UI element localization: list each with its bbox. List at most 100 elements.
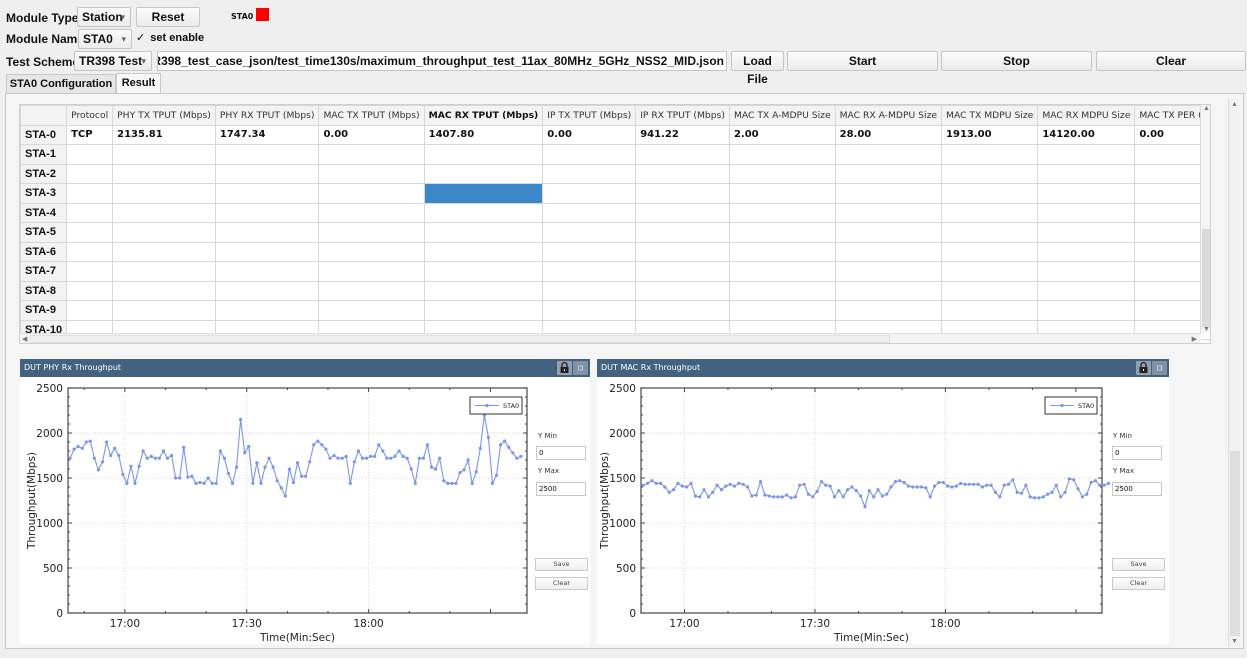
scroll-down-icon[interactable]: ▼ [1203,326,1210,333]
clear-button[interactable]: Clear [1096,51,1246,71]
row-header[interactable]: STA-4 [20,202,68,223]
module-type-select[interactable]: Station ▾ [77,7,131,27]
set-enable-checkbox[interactable]: ✓ set enable [136,31,204,44]
table-cell[interactable]: TCP [66,124,114,145]
table-cell[interactable] [728,144,836,165]
table-cell[interactable] [112,280,216,301]
table-vertical-scrollbar[interactable]: ▲ ▼ [1200,105,1210,333]
maximize-button[interactable] [1152,361,1167,375]
row-header[interactable]: STA-8 [20,280,68,301]
y-max-input[interactable]: 2500 [536,482,586,496]
table-cell[interactable] [66,222,114,243]
column-header[interactable]: PHY TX TPUT (Mbps) [112,105,216,126]
table-cell[interactable]: 941.22 [635,124,730,145]
table-cell[interactable] [728,163,836,184]
table-cell[interactable] [1037,183,1136,204]
table-cell[interactable] [635,300,730,321]
row-header[interactable]: STA-1 [20,144,68,165]
table-cell[interactable] [214,241,320,262]
table-cell[interactable] [542,280,637,301]
scroll-right-icon[interactable]: ▶ [1192,335,1197,343]
table-cell[interactable] [1037,222,1136,243]
table-cell[interactable] [112,222,216,243]
table-cell[interactable] [635,183,730,204]
table-cell[interactable] [941,183,1039,204]
table-cell[interactable] [112,300,216,321]
table-cell[interactable] [542,202,637,223]
table-cell[interactable] [1037,163,1136,184]
table-cell[interactable] [1037,144,1136,165]
scrollbar-thumb[interactable] [1230,451,1240,636]
table-horizontal-scrollbar[interactable]: ◀ ▶ [20,333,1201,343]
scroll-left-icon[interactable]: ◀ [22,335,27,343]
column-header[interactable]: MAC RX TPUT (Mbps) [423,105,544,126]
table-cell[interactable] [66,183,114,204]
table-cell[interactable] [542,163,637,184]
table-cell[interactable] [635,144,730,165]
table-cell[interactable] [112,202,216,223]
row-header[interactable]: STA-2 [20,163,68,184]
load-file-button[interactable]: Load File [731,51,784,86]
table-cell[interactable] [423,183,544,204]
table-cell[interactable] [1037,202,1136,223]
table-cell[interactable] [635,163,730,184]
start-button[interactable]: Start [787,51,938,71]
table-cell[interactable] [112,163,216,184]
table-cell[interactable] [66,163,114,184]
table-cell[interactable] [423,280,544,301]
module-name-select[interactable]: STA0 ▾ [78,29,132,49]
row-header[interactable]: STA-9 [20,300,68,321]
stop-button[interactable]: Stop [941,51,1092,71]
table-cell[interactable] [941,280,1039,301]
column-header[interactable]: MAC RX MDPU Size [1037,105,1136,126]
table-cell[interactable] [941,241,1039,262]
table-cell[interactable] [66,144,114,165]
row-header[interactable]: STA-0 [20,124,68,145]
table-cell[interactable] [214,280,320,301]
table-cell[interactable] [834,183,943,204]
table-cell[interactable] [423,202,544,223]
table-cell[interactable] [542,241,637,262]
table-cell[interactable] [834,222,943,243]
table-cell[interactable]: 1747.34 [214,124,320,145]
table-cell[interactable] [214,300,320,321]
scrollbar-thumb[interactable] [30,335,890,343]
table-cell[interactable] [66,300,114,321]
table-cell[interactable] [318,280,425,301]
table-cell[interactable]: 28.00 [834,124,943,145]
clear-chart-button[interactable]: Clear [1112,577,1165,590]
tab-result[interactable]: Result [116,73,161,94]
table-cell[interactable] [635,261,730,282]
table-cell[interactable] [112,261,216,282]
table-cell[interactable] [423,144,544,165]
table-cell[interactable] [635,241,730,262]
table-cell[interactable]: 1407.80 [423,124,544,145]
table-cell[interactable] [318,261,425,282]
table-cell[interactable] [214,183,320,204]
row-header[interactable]: STA-3 [20,183,68,204]
table-cell[interactable] [542,300,637,321]
table-cell[interactable] [635,222,730,243]
table-cell[interactable] [941,163,1039,184]
save-button[interactable]: Save [535,558,588,571]
table-cell[interactable] [542,222,637,243]
table-cell[interactable] [728,241,836,262]
table-cell[interactable]: 1913.00 [941,124,1039,145]
scroll-down-icon[interactable]: ▼ [1231,638,1238,645]
table-cell[interactable] [66,280,114,301]
maximize-button[interactable] [573,361,588,375]
tab-sta0-configuration[interactable]: STA0 Configuration [6,74,116,94]
table-cell[interactable] [635,280,730,301]
table-cell[interactable] [542,183,637,204]
table-cell[interactable] [214,202,320,223]
table-cell[interactable] [423,261,544,282]
table-cell[interactable]: 0.00 [542,124,637,145]
table-cell[interactable] [318,222,425,243]
table-cell[interactable] [728,280,836,301]
table-cell[interactable]: 14120.00 [1037,124,1136,145]
table-cell[interactable] [834,144,943,165]
table-cell[interactable] [66,202,114,223]
table-cell[interactable] [423,241,544,262]
table-cell[interactable] [834,163,943,184]
table-cell[interactable] [214,163,320,184]
